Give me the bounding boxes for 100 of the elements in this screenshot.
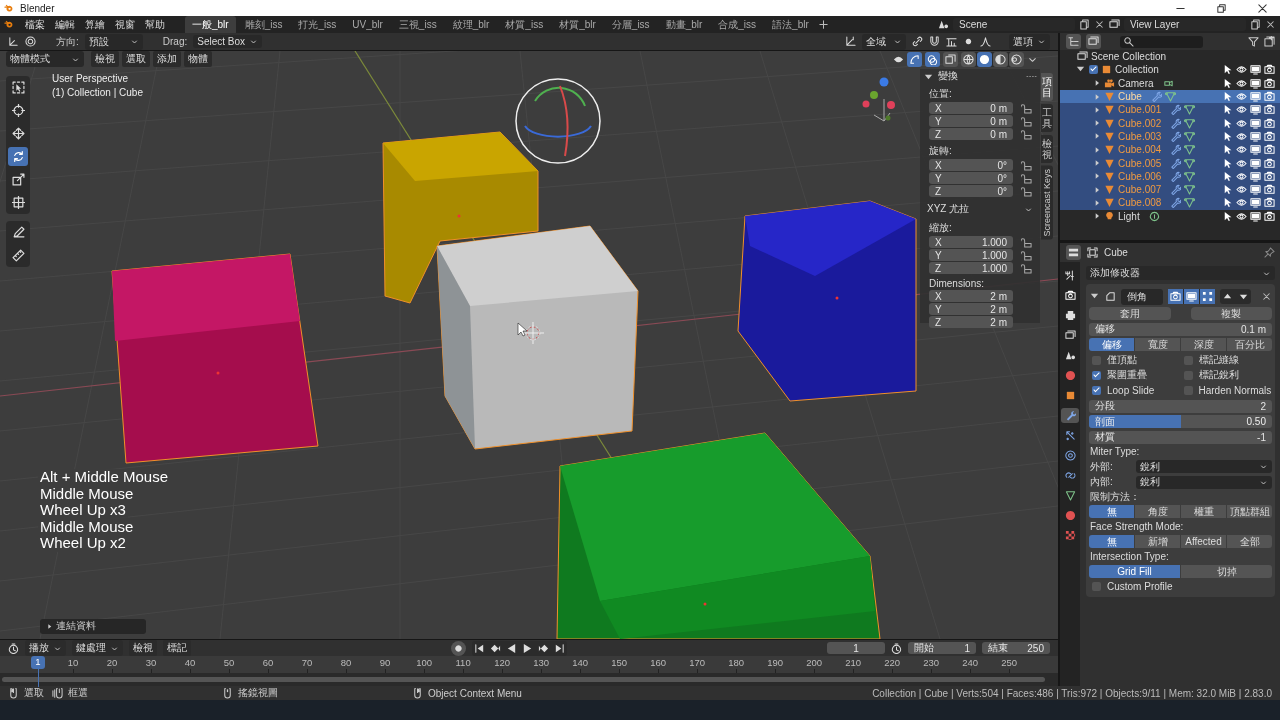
orientation-dropdown[interactable]: 預設 xyxy=(84,33,143,50)
add-modifier-dropdown[interactable]: 添加修改器 xyxy=(1086,266,1275,280)
last-operation-panel[interactable]: 連結資料 xyxy=(40,619,146,634)
end-frame-field[interactable]: 結束 250 xyxy=(982,642,1050,654)
miter-dropdown[interactable]: 銳利 xyxy=(1136,460,1272,474)
window-title: Blender xyxy=(20,2,55,14)
mode-dropdown[interactable]: 物體模式 xyxy=(6,51,84,67)
workspace-tab[interactable]: 合成_iss xyxy=(711,15,764,34)
object-name: Cube.003 xyxy=(1118,130,1162,142)
number-field[interactable]: X 1.000 xyxy=(929,236,1013,248)
start-frame-field[interactable]: 開始 1 xyxy=(908,642,976,654)
workspace-tab[interactable]: 語法_blr xyxy=(765,15,816,34)
options-dropdown[interactable]: 選項 xyxy=(1009,33,1050,50)
limit-method-option[interactable]: 權重 xyxy=(1181,505,1226,519)
checkbox-label: Custom Profile xyxy=(1107,581,1173,593)
workspace-tab[interactable]: 材質_blr xyxy=(552,15,603,34)
object-name: Cube xyxy=(1118,91,1142,103)
outliner-row[interactable]: Cube.001 xyxy=(1060,103,1280,117)
scene-statistics: Collection | Cube | Verts:504 | Faces:486 | Tris:972 | Objects:9/11 | Mem: 32.0 MiB | 2.83.0 xyxy=(872,687,1272,699)
intersection-type-option[interactable]: 切掉 xyxy=(1181,565,1272,579)
face-strength-option[interactable]: Affected xyxy=(1181,535,1226,549)
tree-item[interactable]: Collection xyxy=(1115,64,1159,76)
profile-slider[interactable]: 剖面 0.50 xyxy=(1089,415,1272,429)
outliner-row[interactable]: Cube.002 xyxy=(1060,116,1280,130)
outliner-row[interactable]: Cube.004 xyxy=(1060,143,1280,157)
menu-item[interactable]: 添加 xyxy=(153,51,181,67)
menu-item[interactable]: 物體 xyxy=(184,51,212,67)
menu-item[interactable]: 選取 xyxy=(122,51,150,67)
drag-dropdown[interactable]: Select Box xyxy=(193,35,263,48)
copy-button[interactable]: 複製 xyxy=(1190,307,1272,321)
view-layer-field[interactable]: View Layer xyxy=(1124,18,1246,31)
workspace-tab[interactable]: 材質_iss xyxy=(498,15,551,34)
number-field[interactable]: Y 0 m xyxy=(929,115,1013,127)
width-type-option[interactable]: 寬度 xyxy=(1135,338,1180,352)
sidebar-tab[interactable]: Screencast Keys xyxy=(1041,166,1053,240)
menu-item[interactable]: 標記 xyxy=(163,640,191,656)
menu-item[interactable]: 編輯 xyxy=(55,17,75,32)
intersection-type-option[interactable]: Grid Fill xyxy=(1089,565,1180,579)
menu-dropdown[interactable]: 鍵處理 xyxy=(72,640,123,656)
face-strength-option[interactable]: 全部 xyxy=(1227,535,1272,549)
tree-item[interactable]: Scene Collection xyxy=(1091,51,1167,63)
sidebar-tab[interactable]: 項目 xyxy=(1041,73,1053,101)
miter-dropdown[interactable]: 銳利 xyxy=(1136,475,1272,489)
status-hint: 搖鏡視圖 xyxy=(238,686,278,700)
menu-item[interactable]: 視窗 xyxy=(115,17,135,32)
number-field[interactable]: Y 2 m xyxy=(929,303,1013,315)
object-name: Cube.008 xyxy=(1118,197,1162,209)
outliner-row[interactable]: Cube.005 xyxy=(1060,156,1280,170)
segments-field[interactable]: 分段 2 xyxy=(1089,399,1272,413)
frame-number: 230 xyxy=(923,657,939,668)
width-type-option[interactable]: 偏移 xyxy=(1089,338,1134,352)
number-field[interactable]: Z 0 m xyxy=(929,128,1013,140)
frame-field[interactable]: 1 xyxy=(827,642,885,654)
number-field[interactable]: Z 1.000 xyxy=(929,262,1013,274)
material-field[interactable]: 材質 -1 xyxy=(1089,430,1272,444)
outliner-row[interactable]: Camera xyxy=(1060,76,1280,90)
sidebar-tab[interactable]: 工具 xyxy=(1041,104,1053,132)
workspace-tab[interactable]: 動畫_blr xyxy=(658,15,710,34)
face-strength-option[interactable]: 新增 xyxy=(1135,535,1180,549)
outliner-row[interactable]: Cube.008 xyxy=(1060,196,1280,210)
width-type-option[interactable]: 百分比 xyxy=(1227,338,1272,352)
playhead[interactable]: 1 xyxy=(31,656,45,669)
number-field[interactable]: X 0 m xyxy=(929,102,1013,114)
number-field[interactable]: X 2 m xyxy=(929,290,1013,302)
limit-method-option[interactable]: 無 xyxy=(1089,505,1134,519)
workspace-tab[interactable]: 雕刻_iss xyxy=(237,15,290,34)
outliner-row[interactable]: Light xyxy=(1060,209,1280,223)
face-strength-option[interactable]: 無 xyxy=(1089,535,1134,549)
workspace-tab[interactable]: 分層_iss xyxy=(604,15,657,34)
menu-item[interactable]: 檔案 xyxy=(25,17,45,32)
key-overlay-text: Wheel Up x2 xyxy=(38,535,128,552)
workspace-tab[interactable]: 打光_iss xyxy=(291,15,344,34)
menu-item[interactable]: 算繪 xyxy=(85,17,105,32)
workspace-tab[interactable]: 三視_iss xyxy=(391,15,444,34)
workspace-tab[interactable]: 紋理_blr xyxy=(445,15,497,34)
workspace-tab[interactable]: UV_blr xyxy=(345,17,390,32)
number-field[interactable]: X 0° xyxy=(929,159,1013,171)
menu-item[interactable]: 檢視 xyxy=(129,640,157,656)
view-context: (1) Collection | Cube xyxy=(52,87,143,98)
checkbox-label: Loop Slide xyxy=(1107,385,1155,397)
object-name: Cube.004 xyxy=(1118,144,1162,156)
group-label: 縮放: xyxy=(929,221,953,235)
limit-method-option[interactable]: 角度 xyxy=(1135,505,1180,519)
scene-field[interactable]: Scene xyxy=(953,18,1075,31)
menu-dropdown[interactable]: 播放 xyxy=(25,640,66,656)
rotation-mode-dropdown[interactable]: XYZ 尤拉 xyxy=(923,201,1037,217)
status-hint: 選取 xyxy=(24,686,44,700)
pivot-dropdown[interactable]: 全域 xyxy=(862,33,906,50)
modifier-name-field[interactable]: 倒角 xyxy=(1121,288,1163,305)
number-field[interactable]: Y 0° xyxy=(929,172,1013,184)
number-field[interactable]: Y 1.000 xyxy=(929,249,1013,261)
width-type-option[interactable]: 深度 xyxy=(1181,338,1226,352)
sidebar-tab[interactable]: 檢視 xyxy=(1041,135,1053,163)
menu-item[interactable]: 幫助 xyxy=(145,17,165,32)
limit-method-option[interactable]: 頂點群組 xyxy=(1227,505,1272,519)
amount-field[interactable]: 偏移 0.1 m xyxy=(1089,322,1272,336)
menu-item[interactable]: 檢視 xyxy=(91,51,119,67)
apply-button[interactable]: 套用 xyxy=(1089,307,1171,321)
number-field[interactable]: Z 2 m xyxy=(929,316,1013,328)
number-field[interactable]: Z 0° xyxy=(929,185,1013,197)
